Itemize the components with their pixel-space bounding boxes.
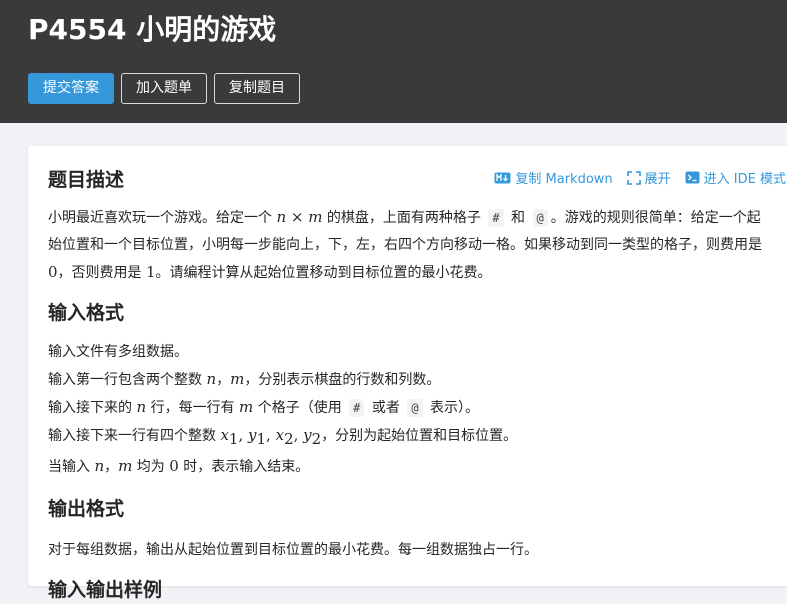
output-format-text: 对于每组数据，输出从起始位置到目标位置的最小花费。每一组数据独占一行。: [48, 537, 773, 564]
math-subscript: 2: [284, 429, 294, 448]
text: ，分别表示棋盘的行数和列数。: [244, 372, 441, 388]
text: 或者: [367, 400, 405, 416]
terminal-icon: [685, 171, 700, 184]
copy-markdown-label: 复制 Markdown: [515, 172, 613, 187]
card-actions: 复制 Markdown 展开 进入 IDE 模式: [494, 168, 786, 187]
add-to-list-button[interactable]: 加入题单: [121, 73, 207, 104]
inline-code: @: [532, 209, 548, 227]
math-var: m: [308, 208, 323, 226]
text: 。请编程计算从起始位置移动到目标位置的最小花费。: [155, 265, 492, 281]
text: 对于每组数据，输出从起始位置到目标位置的最小花费。每一组数据独占一行。: [48, 541, 538, 558]
math-number: 0: [48, 263, 58, 281]
text: 小明最近喜欢玩一个游戏。给定一个: [48, 210, 277, 226]
text: 的棋盘，上面有两种格子: [322, 210, 486, 226]
math-op: ,: [293, 426, 304, 444]
math-var: x: [220, 426, 229, 444]
copy-markdown-link[interactable]: 复制 Markdown: [494, 168, 613, 187]
problem-header: P4554 小明的游戏 提交答案 加入题单 复制题目: [0, 0, 787, 123]
text: ，: [216, 372, 231, 388]
math-op: ×: [286, 208, 309, 226]
markdown-icon: [494, 172, 511, 184]
output-format-title: 输出格式: [48, 497, 125, 520]
input-line: 输入接下来一行有四个整数 x1, y1, x2, y2，分别为起始位置和目标位置…: [48, 422, 773, 453]
ide-mode-label: 进入 IDE 模式: [703, 172, 786, 187]
math-subscript: 2: [311, 429, 322, 448]
text: 表示）。: [425, 400, 479, 416]
text: ，分别为起始位置和目标位置。: [321, 428, 518, 444]
math-var: y: [248, 426, 257, 444]
text: 均为: [132, 458, 170, 475]
math-number: 0: [169, 456, 179, 475]
math-var: y: [303, 426, 312, 444]
expand-label: 展开: [644, 172, 671, 187]
page-title: P4554 小明的游戏: [28, 13, 277, 46]
text: 输入接下来一行有四个整数: [48, 428, 221, 444]
math-op: ,: [266, 426, 276, 444]
expand-icon: [626, 170, 641, 185]
math-number: 1: [146, 263, 156, 281]
math-op: ,: [238, 426, 249, 444]
text: 输入文件有多组数据。: [48, 344, 188, 360]
text: 和: [506, 210, 530, 226]
ide-mode-link[interactable]: 进入 IDE 模式: [685, 168, 786, 187]
card-header: 题目描述 复制 Markdown 展开 进入 IDE 模式: [48, 166, 787, 194]
math-var: m: [239, 398, 254, 416]
text: 输入第一行包含两个整数: [48, 372, 207, 388]
text: 个格子（使用: [253, 400, 347, 416]
text: 输入接下来的: [48, 400, 137, 416]
math-var: n: [94, 456, 105, 475]
problem-card: 题目描述 复制 Markdown 展开 进入 IDE 模式 小明最近喜欢玩一个游…: [28, 146, 787, 601]
input-format-title: 输入格式: [48, 302, 125, 324]
header-button-row: 提交答案 加入题单 复制题目: [28, 73, 300, 104]
text: ，否则费用是: [57, 265, 146, 281]
math-var: m: [230, 370, 245, 388]
text: 行，每一行有: [146, 400, 240, 416]
text: 时，表示输入结束。: [178, 458, 310, 475]
samples-title: 输入输出样例: [48, 578, 163, 601]
text: 当输入: [48, 458, 95, 475]
description-text: 小明最近喜欢玩一个游戏。给定一个 n × m 的棋盘，上面有两种格子 # 和 @…: [48, 204, 773, 287]
math-var: x: [275, 426, 285, 444]
copy-problem-button[interactable]: 复制题目: [214, 73, 300, 104]
math-subscript: 1: [256, 429, 267, 448]
text: ，: [104, 458, 119, 475]
inline-code: #: [488, 209, 504, 227]
input-line: 当输入 n，m 均为 0 时，表示输入结束。: [48, 453, 773, 481]
problem-content: 小明最近喜欢玩一个游戏。给定一个 n × m 的棋盘，上面有两种格子 # 和 @…: [48, 204, 773, 604]
math-var: n: [276, 208, 287, 226]
input-line: 输入第一行包含两个整数 n，m，分别表示棋盘的行数和列数。: [48, 366, 773, 394]
input-format-text: 输入文件有多组数据。 输入第一行包含两个整数 n，m，分别表示棋盘的行数和列数。…: [48, 339, 773, 481]
inline-code: #: [349, 399, 365, 417]
expand-link[interactable]: 展开: [626, 168, 671, 187]
math-var: n: [136, 398, 147, 416]
submit-answer-button[interactable]: 提交答案: [28, 73, 114, 104]
math-var: m: [118, 456, 133, 475]
math-var: n: [206, 370, 217, 388]
input-line: 输入接下来的 n 行，每一行有 m 个格子（使用 # 或者 @ 表示）。: [48, 394, 773, 422]
inline-code: @: [407, 399, 423, 417]
input-line: 输入文件有多组数据。: [48, 339, 773, 366]
